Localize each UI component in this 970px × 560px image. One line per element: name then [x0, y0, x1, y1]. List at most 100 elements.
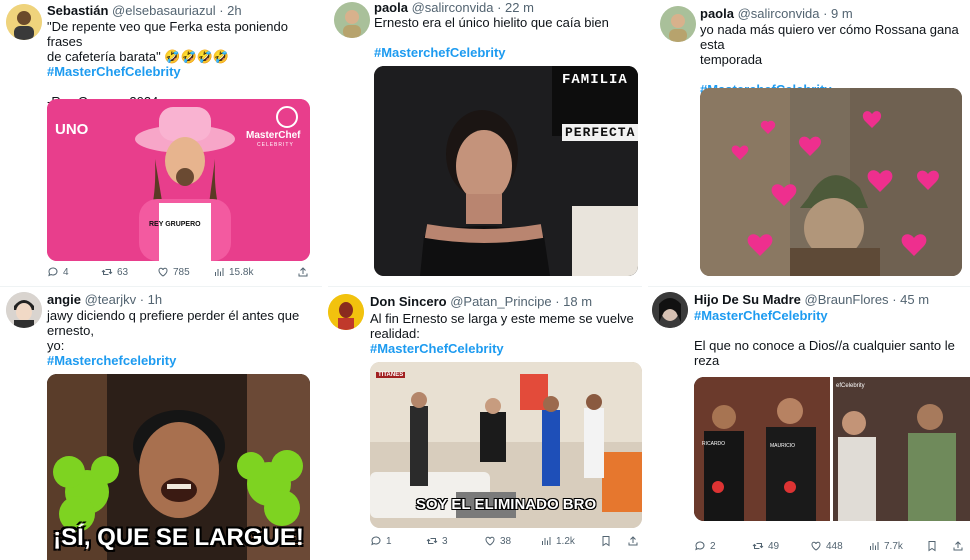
text-line: temporada — [700, 52, 763, 67]
like-icon — [158, 267, 168, 277]
retweet-count: 63 — [117, 266, 129, 278]
tweet-card[interactable]: angie @tearjkv · 1h jawy diciendo q pref… — [0, 288, 322, 560]
row-divider-middle — [328, 286, 642, 287]
tweet-time[interactable]: · 18 m — [555, 294, 592, 309]
bookmark-button[interactable] — [926, 540, 938, 552]
tweet-header: paola @salirconvida · 22 m — [374, 0, 534, 16]
apron-label: REY GRUPERO — [149, 221, 201, 228]
author-handle[interactable]: @elsebasauriazul — [112, 3, 216, 18]
tweet-text: Al fin Ernesto se larga y este meme se v… — [370, 311, 638, 356]
retweet-icon — [752, 543, 764, 549]
reply-button[interactable]: 4 — [47, 266, 69, 278]
hashtag-link[interactable]: #MasterChefCelebrity — [370, 341, 638, 356]
tweet-text: jawy diciendo q prefiere perder él antes… — [47, 308, 317, 368]
avatar[interactable] — [660, 6, 696, 42]
view-count: 1.2k — [556, 535, 575, 547]
tweet-card[interactable]: paola @salirconvida · 22 m Ernesto era e… — [328, 0, 642, 280]
hashtag-link[interactable]: #MasterChefCelebrity — [694, 308, 966, 323]
tweet-actions: 4 63 785 15.8k — [47, 266, 317, 280]
tweet-image[interactable] — [700, 88, 962, 276]
tweet-card[interactable]: paola @salirconvida · 9 m yo nada más qu… — [648, 0, 970, 280]
tweet-image[interactable]: TITANES SOY EL ELIMINADO BRO — [370, 362, 642, 528]
tweet-time[interactable]: · 9 m — [823, 6, 853, 21]
retweet-button[interactable]: 49 — [752, 540, 779, 552]
meme-caption: ¡SÍ, QUE SE LARGUE! — [53, 524, 304, 551]
author-name[interactable]: paola — [374, 0, 408, 15]
view-count: 7.7k — [884, 540, 903, 552]
tweet-actions: 1 3 38 1.2k — [370, 535, 642, 551]
author-handle[interactable]: @Patan_Principe — [450, 294, 551, 309]
author-name[interactable]: Hijo De Su Madre — [694, 292, 801, 307]
tweet-header: Don Sincero @Patan_Principe · 18 m — [370, 294, 592, 310]
tweet-image[interactable]: FAMILIA PERFECTA — [374, 66, 638, 276]
text-line: realidad: — [370, 326, 420, 341]
tweet-image[interactable]: UNO MasterChef CELEBRITY REY GRUPERO — [47, 99, 310, 261]
tweet-card[interactable]: Sebastián @elsebasauriazul · 2h "De repe… — [0, 0, 322, 280]
tweet-time[interactable]: · 2h — [219, 3, 241, 18]
tweet-text: yo nada más quiero ver cómo Rossana gana… — [700, 22, 966, 97]
share-button[interactable] — [627, 535, 639, 547]
retweet-icon — [426, 538, 438, 544]
text-line: Al fin Ernesto se larga y este meme se v… — [370, 311, 634, 326]
hashtag-link[interactable]: #MasterchefCelebrity — [374, 45, 638, 60]
tv-label: TITANES — [376, 372, 406, 378]
author-name[interactable]: paola — [700, 6, 734, 21]
retweet-button[interactable]: 63 — [101, 266, 128, 278]
tweet-header: Sebastián @elsebasauriazul · 2h — [47, 3, 242, 19]
like-button[interactable]: 448 — [810, 540, 843, 552]
tweet-time[interactable]: · 45 m — [892, 292, 929, 307]
views-button[interactable]: 15.8k — [213, 266, 253, 278]
views-icon — [542, 537, 551, 545]
tweet-image[interactable]: ¡SÍ, QUE SE LARGUE! — [47, 374, 310, 560]
author-handle[interactable]: @tearjkv — [85, 292, 137, 307]
text-line: de cafetería barata" 🤣🤣🤣🤣 — [47, 49, 230, 64]
author-name[interactable]: Sebastián — [47, 3, 108, 18]
author-handle[interactable]: @BraunFlores — [805, 292, 889, 307]
sign-perfecta: PERFECTA — [562, 124, 638, 141]
views-button[interactable]: 1.2k — [540, 535, 575, 547]
hashtag-link[interactable]: #Masterchefcelebrity — [47, 353, 317, 368]
share-button[interactable] — [297, 266, 309, 278]
bookmark-button[interactable] — [600, 535, 612, 547]
avatar[interactable] — [328, 294, 364, 330]
reply-count: 1 — [386, 535, 392, 547]
reply-icon — [48, 267, 58, 277]
author-name[interactable]: angie — [47, 292, 81, 307]
avatar[interactable] — [6, 292, 42, 328]
retweet-count: 49 — [768, 540, 780, 552]
tweet-card[interactable]: Don Sincero @Patan_Principe · 18 m Al fi… — [328, 288, 642, 560]
like-button[interactable]: 38 — [484, 535, 511, 547]
reply-button[interactable]: 1 — [370, 535, 392, 547]
avatar[interactable] — [652, 292, 688, 328]
author-name[interactable]: Don Sincero — [370, 294, 447, 309]
row-divider-right — [648, 286, 970, 287]
hashtag-link[interactable]: #MasterChefCelebrity — [47, 64, 317, 79]
like-icon — [485, 536, 495, 546]
avatar[interactable] — [334, 2, 370, 38]
author-handle[interactable]: @salirconvida — [738, 6, 820, 21]
bookmark-icon — [928, 541, 936, 552]
avatar[interactable] — [6, 4, 42, 40]
tweet-time[interactable]: · 1h — [140, 292, 162, 307]
apron-label: RICARDO — [702, 441, 726, 447]
retweet-button[interactable]: 3 — [426, 535, 448, 547]
tweet-header: paola @salirconvida · 9 m — [700, 6, 853, 22]
tweet-time[interactable]: · 22 m — [497, 0, 534, 15]
tweet-header: angie @tearjkv · 1h — [47, 292, 162, 308]
like-count: 785 — [173, 266, 190, 278]
text-line: Ernesto era el único hielito que caía bi… — [374, 15, 609, 30]
tweet-image[interactable]: RICARDO MAURICIO efCelebrity — [694, 377, 970, 521]
tweet-card[interactable]: Hijo De Su Madre @BraunFlores · 45 m #Ma… — [648, 288, 970, 560]
share-button[interactable] — [952, 540, 964, 552]
reply-button[interactable]: 2 — [694, 540, 716, 552]
like-button[interactable]: 785 — [157, 266, 190, 278]
tweet-text: #MasterChefCelebrity El que no conoce a … — [694, 308, 966, 368]
text-line: "De repente veo que Ferka esta poniendo … — [47, 19, 288, 49]
reply-icon — [695, 541, 705, 551]
share-icon — [628, 536, 638, 546]
views-button[interactable]: 7.7k — [868, 540, 903, 552]
tweet-text: Ernesto era el único hielito que caía bi… — [374, 15, 638, 60]
view-count: 15.8k — [229, 266, 254, 278]
author-handle[interactable]: @salirconvida — [412, 0, 494, 15]
tweet-text: "De repente veo que Ferka esta poniendo … — [47, 19, 317, 109]
